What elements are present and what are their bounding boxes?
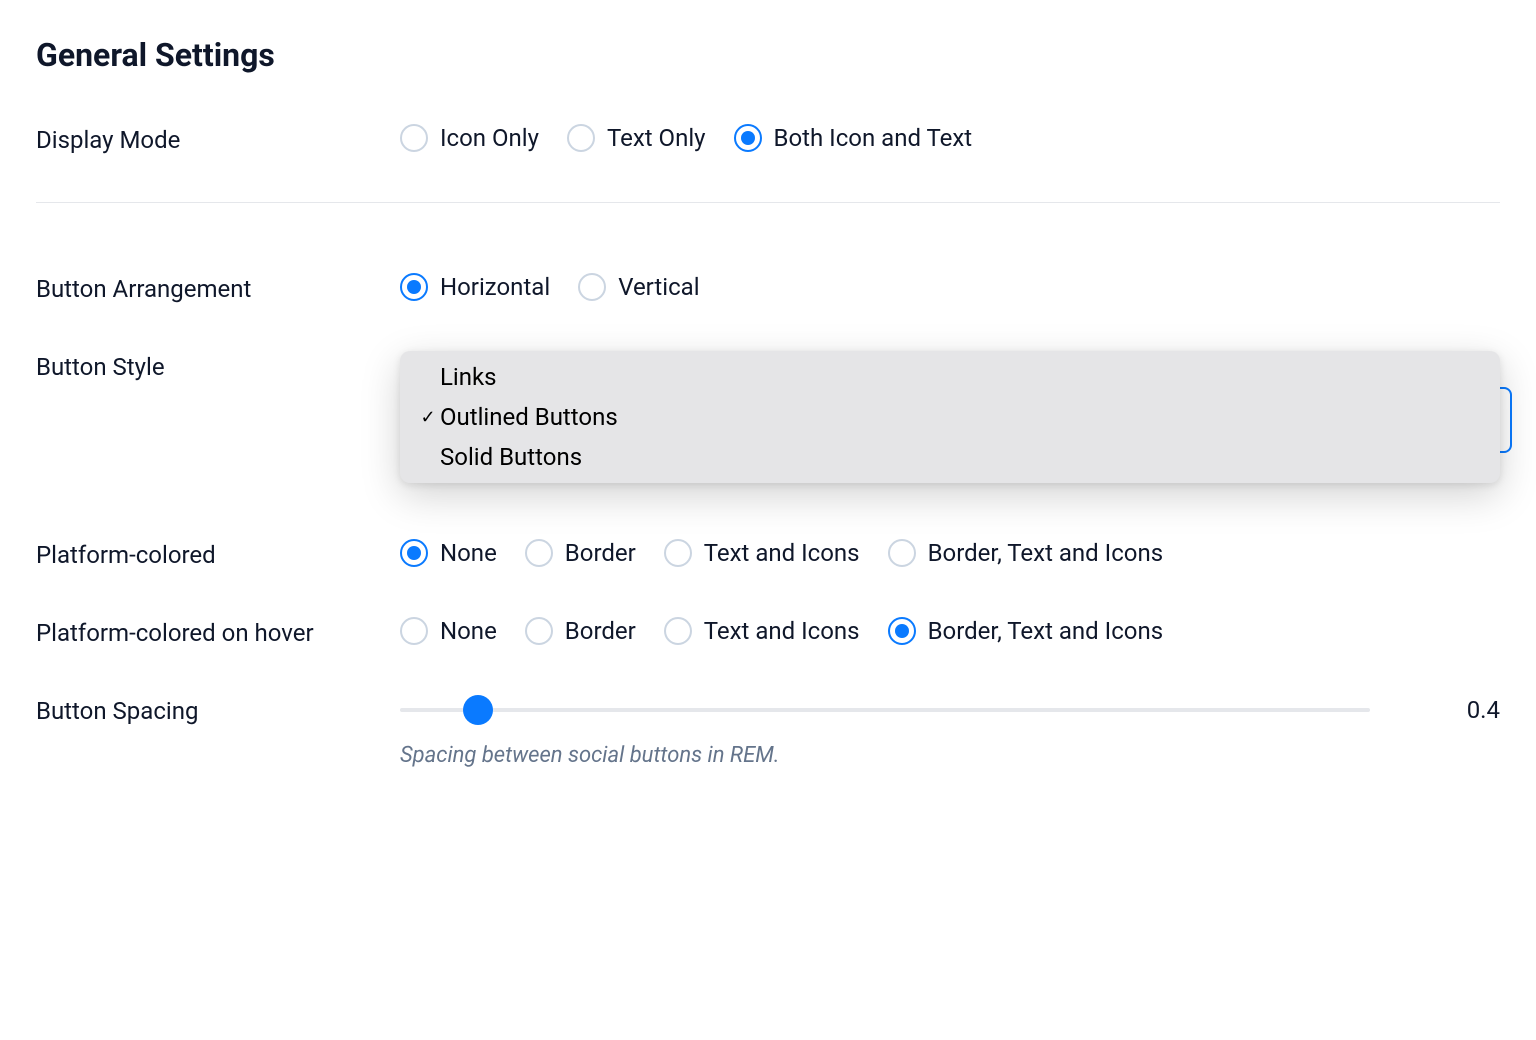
row-button-spacing: Button Spacing 0.4 Spacing between socia… bbox=[36, 695, 1500, 768]
radio-label: Border, Text and Icons bbox=[928, 617, 1164, 645]
helper-button-spacing: Spacing between social buttons in REM. bbox=[400, 743, 1500, 768]
radio-circle bbox=[734, 124, 762, 152]
radio-label: Text Only bbox=[607, 124, 706, 152]
dropdown-button-style[interactable]: Links ✓ Outlined Buttons Solid Buttons bbox=[400, 351, 1500, 483]
radio-circle bbox=[400, 617, 428, 645]
radio-display-mode-text-only[interactable]: Text Only bbox=[567, 124, 706, 152]
radio-display-mode-both[interactable]: Both Icon and Text bbox=[734, 124, 973, 152]
radio-label: None bbox=[440, 539, 497, 567]
radio-circle bbox=[567, 124, 595, 152]
label-platform-colored-hover: Platform-colored on hover bbox=[36, 617, 400, 647]
page-title: General Settings bbox=[36, 36, 1500, 74]
radio-pch-none[interactable]: None bbox=[400, 617, 497, 645]
radio-label: Horizontal bbox=[440, 273, 550, 301]
radio-arrangement-horizontal[interactable]: Horizontal bbox=[400, 273, 550, 301]
radio-label: Text and Icons bbox=[704, 617, 860, 645]
radio-circle bbox=[525, 539, 553, 567]
radio-display-mode-icon-only[interactable]: Icon Only bbox=[400, 124, 539, 152]
radio-pch-border-text-icons[interactable]: Border, Text and Icons bbox=[888, 617, 1164, 645]
row-button-arrangement: Button Arrangement Horizontal Vertical bbox=[36, 273, 1500, 303]
radio-circle bbox=[400, 124, 428, 152]
radio-pc-border[interactable]: Border bbox=[525, 539, 636, 567]
dropdown-option-links[interactable]: Links bbox=[400, 357, 1500, 397]
label-platform-colored: Platform-colored bbox=[36, 539, 400, 569]
check-icon: ✓ bbox=[418, 407, 438, 428]
slider-thumb[interactable] bbox=[463, 695, 493, 725]
label-button-spacing: Button Spacing bbox=[36, 695, 400, 725]
radio-pc-text-icons[interactable]: Text and Icons bbox=[664, 539, 860, 567]
radio-group-button-arrangement: Horizontal Vertical bbox=[400, 273, 1500, 301]
radio-group-platform-colored: None Border Text and Icons Border, Text … bbox=[400, 539, 1500, 567]
radio-label: Border bbox=[565, 539, 636, 567]
radio-circle bbox=[888, 539, 916, 567]
radio-pch-border[interactable]: Border bbox=[525, 617, 636, 645]
radio-label: Border bbox=[565, 617, 636, 645]
dropdown-text: Links bbox=[440, 363, 497, 391]
radio-circle bbox=[664, 539, 692, 567]
radio-label: Border, Text and Icons bbox=[928, 539, 1164, 567]
radio-label: Icon Only bbox=[440, 124, 539, 152]
row-button-style: Button Style Links ✓ Outlined Buttons So… bbox=[36, 351, 1500, 491]
dropdown-option-solid[interactable]: Solid Buttons bbox=[400, 437, 1500, 477]
radio-pch-text-icons[interactable]: Text and Icons bbox=[664, 617, 860, 645]
dropdown-text: Solid Buttons bbox=[440, 443, 582, 471]
radio-circle bbox=[400, 539, 428, 567]
row-platform-colored-hover: Platform-colored on hover None Border Te… bbox=[36, 617, 1500, 647]
radio-circle bbox=[664, 617, 692, 645]
label-button-arrangement: Button Arrangement bbox=[36, 273, 400, 303]
radio-label: Both Icon and Text bbox=[774, 124, 973, 152]
radio-circle bbox=[525, 617, 553, 645]
radio-circle bbox=[578, 273, 606, 301]
label-display-mode: Display Mode bbox=[36, 124, 400, 154]
radio-pc-none[interactable]: None bbox=[400, 539, 497, 567]
radio-circle bbox=[400, 273, 428, 301]
radio-pc-border-text-icons[interactable]: Border, Text and Icons bbox=[888, 539, 1164, 567]
radio-group-platform-colored-hover: None Border Text and Icons Border, Text … bbox=[400, 617, 1500, 645]
label-button-style: Button Style bbox=[36, 351, 400, 381]
slider-button-spacing[interactable] bbox=[400, 695, 1370, 725]
row-display-mode: Display Mode Icon Only Text Only Both Ic… bbox=[36, 124, 1500, 154]
slider-line bbox=[400, 708, 1370, 712]
dropdown-text: Outlined Buttons bbox=[440, 403, 618, 431]
dropdown-option-outlined[interactable]: ✓ Outlined Buttons bbox=[400, 397, 1500, 437]
radio-group-display-mode: Icon Only Text Only Both Icon and Text bbox=[400, 124, 1500, 152]
divider bbox=[36, 202, 1500, 203]
radio-circle bbox=[888, 617, 916, 645]
slider-value: 0.4 bbox=[1440, 696, 1500, 724]
row-platform-colored: Platform-colored None Border Text and Ic… bbox=[36, 539, 1500, 569]
radio-label: Vertical bbox=[618, 273, 699, 301]
radio-arrangement-vertical[interactable]: Vertical bbox=[578, 273, 699, 301]
radio-label: None bbox=[440, 617, 497, 645]
radio-label: Text and Icons bbox=[704, 539, 860, 567]
